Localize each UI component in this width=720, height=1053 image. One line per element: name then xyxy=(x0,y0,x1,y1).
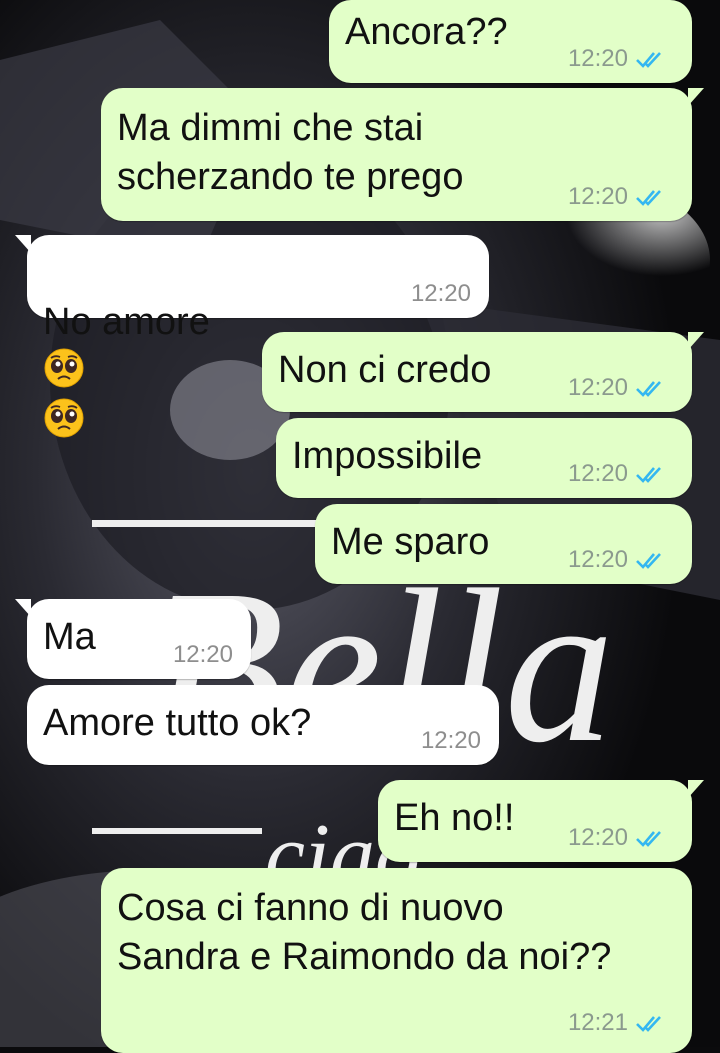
pleading-face-emoji xyxy=(44,398,84,438)
message-text: Ma xyxy=(43,616,96,658)
message-time: 12:21 xyxy=(567,1009,628,1036)
read-ticks-icon xyxy=(636,190,661,206)
message-outgoing[interactable]: Eh no!! 12:20 xyxy=(378,780,704,862)
message-text: Cosa ci fanno di nuovo Sandra e Raimondo… xyxy=(117,887,612,978)
message-text-content: No amore xyxy=(43,301,210,343)
message-text: Me sparo xyxy=(331,521,490,563)
message-text: Non ci credo xyxy=(278,349,492,391)
message-text: Impossibile xyxy=(292,435,483,477)
message-time: 12:20 xyxy=(567,546,628,573)
pleading-face-emoji xyxy=(44,348,84,388)
chat-messages: Ancora?? 12:20 Ma dimmi che stai scherza… xyxy=(0,0,720,1053)
message-text: Amore tutto ok? xyxy=(43,702,312,744)
message-outgoing[interactable]: Me sparo 12:20 xyxy=(315,504,692,584)
message-time: 12:20 xyxy=(420,727,481,754)
read-ticks-icon xyxy=(636,831,661,847)
message-time: 12:20 xyxy=(567,183,628,210)
message-outgoing[interactable]: Impossibile 12:20 xyxy=(276,418,692,498)
message-outgoing[interactable]: Cosa ci fanno di nuovo Sandra e Raimondo… xyxy=(101,868,692,1053)
message-time: 12:20 xyxy=(567,374,628,401)
message-text: Eh no!! xyxy=(394,797,515,839)
message-text: No amore xyxy=(43,249,210,447)
message-time: 12:20 xyxy=(567,460,628,487)
bubble-tail xyxy=(15,599,31,617)
bubble-tail xyxy=(688,780,704,798)
read-ticks-icon xyxy=(636,1016,661,1032)
message-time: 12:20 xyxy=(567,45,628,72)
message-incoming[interactable]: Amore tutto ok? 12:20 xyxy=(27,685,499,765)
message-incoming[interactable]: No amore 12:20 xyxy=(15,235,489,438)
bubble-tail xyxy=(688,88,704,106)
message-text: Ma dimmi che stai scherzando te prego xyxy=(117,107,464,198)
message-outgoing[interactable]: Non ci credo 12:20 xyxy=(262,332,704,412)
message-time: 12:20 xyxy=(172,641,233,668)
message-time: 12:20 xyxy=(567,824,628,851)
read-ticks-icon xyxy=(636,553,661,569)
message-text: Ancora?? xyxy=(345,11,508,53)
message-outgoing[interactable]: Ma dimmi che stai scherzando te prego 12… xyxy=(101,88,704,221)
message-outgoing[interactable]: Ancora?? 12:20 xyxy=(329,0,692,83)
message-incoming[interactable]: Ma 12:20 xyxy=(15,599,251,679)
bubble-tail xyxy=(688,332,704,350)
bubble-tail xyxy=(15,235,31,253)
message-time: 12:20 xyxy=(410,280,471,307)
read-ticks-icon xyxy=(636,467,661,483)
read-ticks-icon xyxy=(636,52,661,68)
read-ticks-icon xyxy=(636,381,661,397)
